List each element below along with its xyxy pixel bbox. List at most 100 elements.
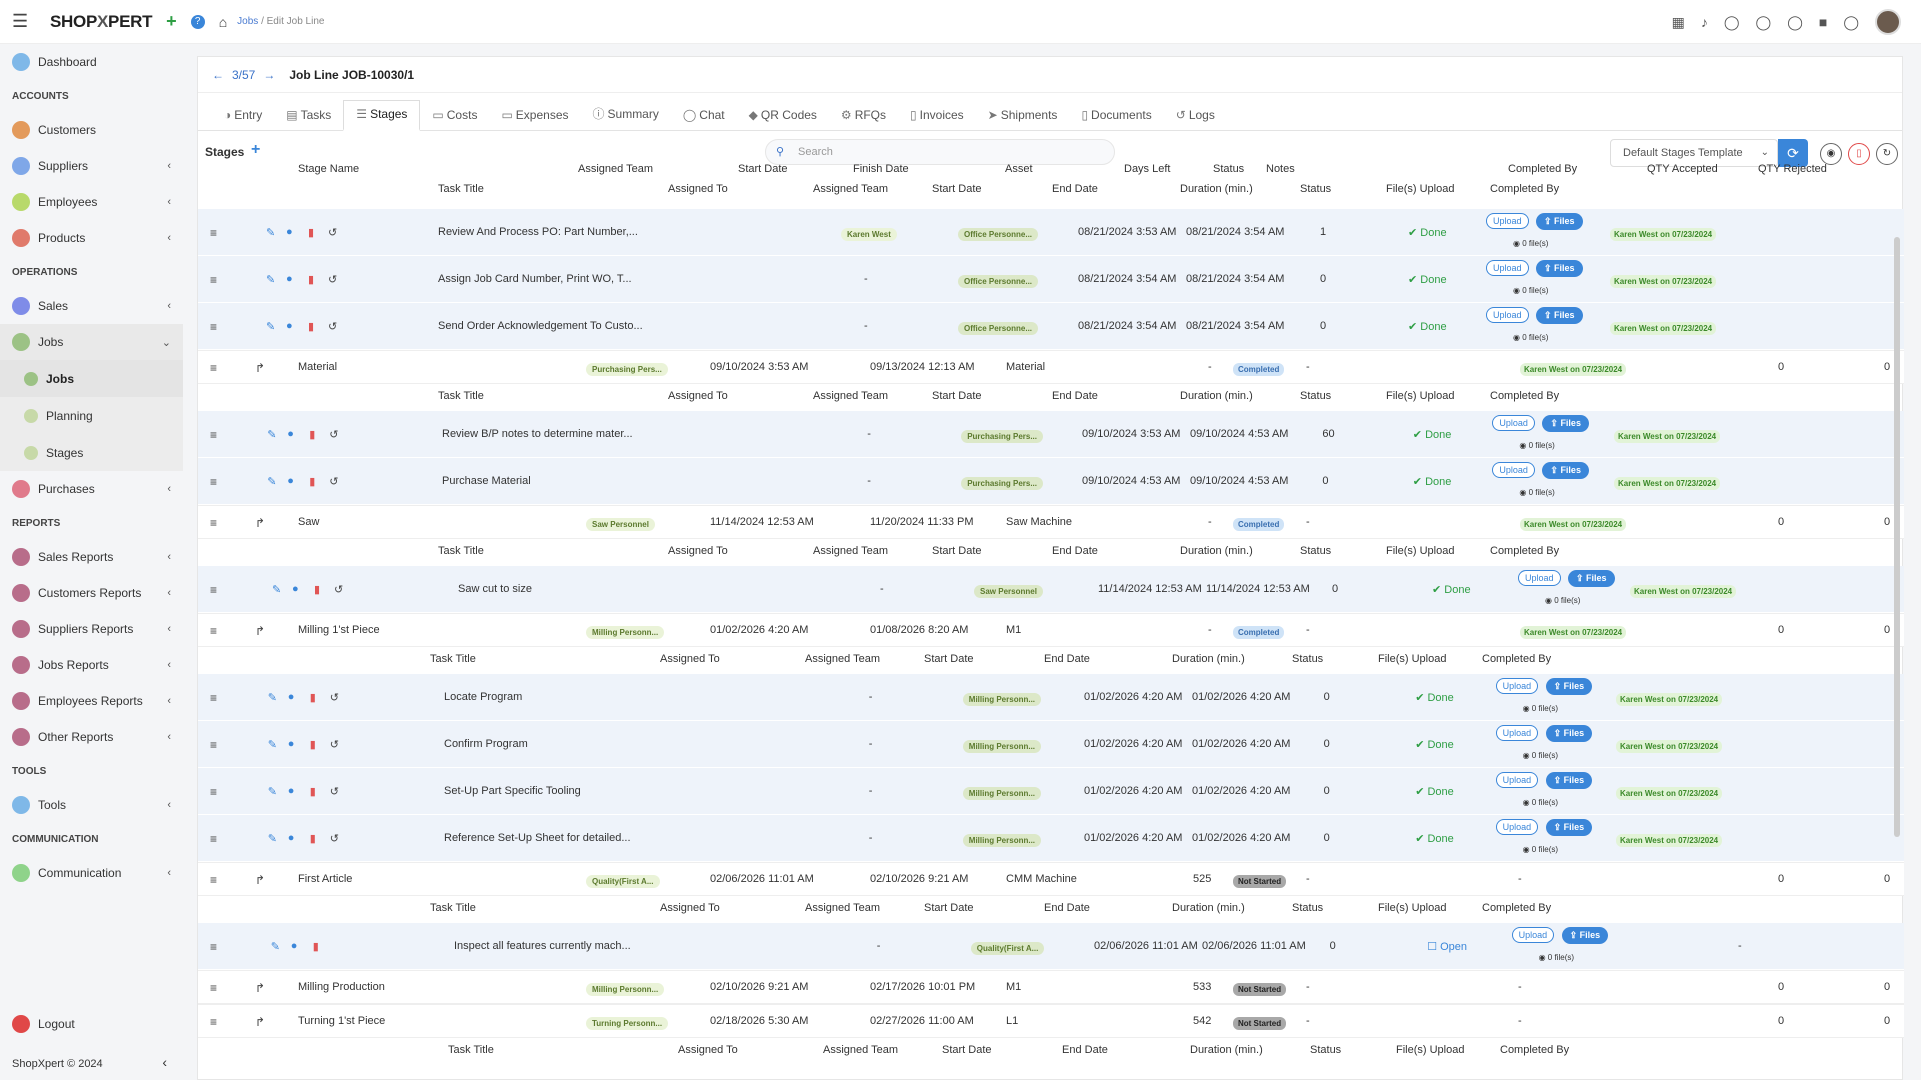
- comment-icon[interactable]: ●: [291, 940, 298, 952]
- files-button[interactable]: ⇪ Files: [1561, 927, 1609, 944]
- drag-handle-icon[interactable]: ≡: [210, 691, 217, 705]
- sidebar-item-employees[interactable]: Employees ‹: [0, 184, 183, 220]
- upload-button[interactable]: Upload: [1495, 819, 1539, 835]
- comment-icon[interactable]: ●: [286, 320, 293, 332]
- tab-stages[interactable]: ☰ Stages: [343, 100, 421, 131]
- drag-handle-icon[interactable]: ≡: [210, 738, 217, 752]
- upload-button[interactable]: Upload: [1486, 260, 1529, 276]
- tab-tasks[interactable]: ▤ Tasks: [274, 108, 343, 130]
- comment-icon[interactable]: ●: [288, 738, 295, 750]
- collapse-sidebar-icon[interactable]: ‹: [162, 1054, 167, 1070]
- prev-arrow-icon[interactable]: ←: [212, 68, 224, 82]
- chat-icon[interactable]: ◯: [1724, 14, 1740, 31]
- delete-icon[interactable]: ▮: [310, 738, 316, 751]
- comment-icon[interactable]: ●: [287, 475, 294, 487]
- sidebar-item-suppliers-reports[interactable]: Suppliers Reports ‹: [0, 611, 183, 647]
- home-icon[interactable]: ⌂: [219, 14, 227, 30]
- search-input[interactable]: ⚲ Search: [765, 139, 1115, 165]
- files-button[interactable]: ⇪ Files: [1542, 415, 1589, 432]
- files-button[interactable]: ⇪ Files: [1545, 772, 1593, 789]
- edit-icon[interactable]: ✎: [272, 583, 281, 596]
- expand-stage-icon[interactable]: ↱: [255, 873, 265, 887]
- expand-stage-icon[interactable]: ↱: [255, 516, 265, 530]
- file-count[interactable]: ◉ 0 file(s): [1523, 798, 1558, 807]
- drag-handle-icon[interactable]: ≡: [210, 832, 217, 846]
- file-count[interactable]: ◉ 0 file(s): [1523, 704, 1558, 713]
- file-count[interactable]: ◉ 0 file(s): [1513, 286, 1548, 295]
- delete-icon[interactable]: ▮: [309, 428, 315, 441]
- comment-icon[interactable]: ●: [288, 691, 295, 703]
- upload-button[interactable]: Upload: [1486, 307, 1529, 323]
- history-icon[interactable]: ↺: [330, 785, 339, 798]
- drag-handle-icon[interactable]: ≡: [210, 583, 217, 597]
- sidebar-item-logout[interactable]: Logout: [0, 1006, 75, 1042]
- comment-icon[interactable]: ●: [286, 273, 293, 285]
- upload-button[interactable]: Upload: [1495, 772, 1539, 788]
- notes-icon[interactable]: ◯: [1843, 14, 1859, 31]
- history-icon[interactable]: ↺: [330, 691, 339, 704]
- calendar-icon[interactable]: ▦: [1672, 14, 1685, 31]
- drag-handle-icon[interactable]: ≡: [210, 361, 217, 375]
- delete-icon[interactable]: ▮: [313, 940, 319, 953]
- upload-button[interactable]: Upload: [1511, 927, 1555, 943]
- sidebar-subitem-stages[interactable]: Stages: [0, 434, 183, 471]
- sidebar-item-employees-reports[interactable]: Employees Reports ‹: [0, 683, 183, 719]
- edit-icon[interactable]: ✎: [267, 475, 276, 488]
- history-icon[interactable]: ↺: [330, 738, 339, 751]
- sidebar-item-purchases[interactable]: Purchases ‹: [0, 471, 183, 507]
- files-button[interactable]: ⇪ Files: [1536, 260, 1583, 277]
- history-icon[interactable]: ↺: [334, 583, 343, 596]
- file-count[interactable]: ◉ 0 file(s): [1513, 333, 1548, 342]
- file-count[interactable]: ◉ 0 file(s): [1523, 845, 1558, 854]
- tab-costs[interactable]: ▭ Costs: [420, 108, 489, 130]
- delete-icon[interactable]: ▮: [314, 583, 320, 596]
- upload-button[interactable]: Upload: [1518, 570, 1561, 586]
- drag-handle-icon[interactable]: ≡: [210, 940, 217, 954]
- sidebar-subitem-jobs[interactable]: Jobs: [0, 360, 183, 397]
- edit-icon[interactable]: ✎: [266, 320, 275, 333]
- drag-handle-icon[interactable]: ≡: [210, 516, 217, 530]
- edit-icon[interactable]: ✎: [271, 940, 280, 953]
- expand-stage-icon[interactable]: ↱: [255, 1015, 265, 1029]
- drag-handle-icon[interactable]: ≡: [210, 624, 217, 638]
- upload-button[interactable]: Upload: [1492, 415, 1535, 431]
- tab-expenses[interactable]: ▭ Expenses: [489, 108, 580, 130]
- comment-icon[interactable]: ●: [288, 785, 295, 797]
- file-count[interactable]: ◉ 0 file(s): [1539, 953, 1574, 962]
- files-button[interactable]: ⇪ Files: [1545, 725, 1593, 742]
- expand-stage-icon[interactable]: ↱: [255, 624, 265, 638]
- upload-button[interactable]: Upload: [1486, 213, 1529, 229]
- avatar[interactable]: [1875, 9, 1901, 35]
- tab-chat[interactable]: ◯ Chat: [671, 108, 737, 130]
- sidebar-item-dashboard[interactable]: Dashboard: [0, 44, 183, 80]
- tab-shipments[interactable]: ➤ Shipments: [976, 108, 1070, 130]
- delete-icon[interactable]: ▮: [310, 785, 316, 798]
- logo[interactable]: SHOPXPERT: [50, 12, 152, 32]
- delete-icon[interactable]: ▮: [308, 320, 314, 333]
- edit-icon[interactable]: ✎: [268, 691, 277, 704]
- history-icon[interactable]: ↺: [328, 226, 337, 239]
- breadcrumb-jobs[interactable]: Jobs: [237, 16, 258, 27]
- delete-icon[interactable]: ▮: [309, 475, 315, 488]
- scrollbar[interactable]: [1894, 237, 1900, 837]
- history-icon[interactable]: ↺: [329, 475, 338, 488]
- file-count[interactable]: ◉ 0 file(s): [1545, 596, 1580, 605]
- upload-button[interactable]: Upload: [1495, 678, 1539, 694]
- edit-icon[interactable]: ✎: [268, 785, 277, 798]
- edit-icon[interactable]: ✎: [268, 832, 277, 845]
- files-button[interactable]: ⇪ Files: [1545, 678, 1593, 695]
- sidebar-item-sales-reports[interactable]: Sales Reports ‹: [0, 539, 183, 575]
- delete-icon[interactable]: ▮: [310, 691, 316, 704]
- sidebar-item-customers-reports[interactable]: Customers Reports ‹: [0, 575, 183, 611]
- history-icon[interactable]: ↺: [328, 273, 337, 286]
- edit-icon[interactable]: ✎: [266, 226, 275, 239]
- delete-icon[interactable]: ▮: [308, 273, 314, 286]
- files-button[interactable]: ⇪ Files: [1568, 570, 1615, 587]
- files-button[interactable]: ⇪ Files: [1536, 307, 1583, 324]
- menu-icon[interactable]: ☰: [12, 11, 42, 32]
- sidebar-item-sales[interactable]: Sales ‹: [0, 288, 183, 324]
- drag-handle-icon[interactable]: ≡: [210, 320, 217, 334]
- drag-handle-icon[interactable]: ≡: [210, 226, 217, 240]
- sidebar-item-communication[interactable]: Communication ‹: [0, 855, 183, 891]
- edit-icon[interactable]: ✎: [268, 738, 277, 751]
